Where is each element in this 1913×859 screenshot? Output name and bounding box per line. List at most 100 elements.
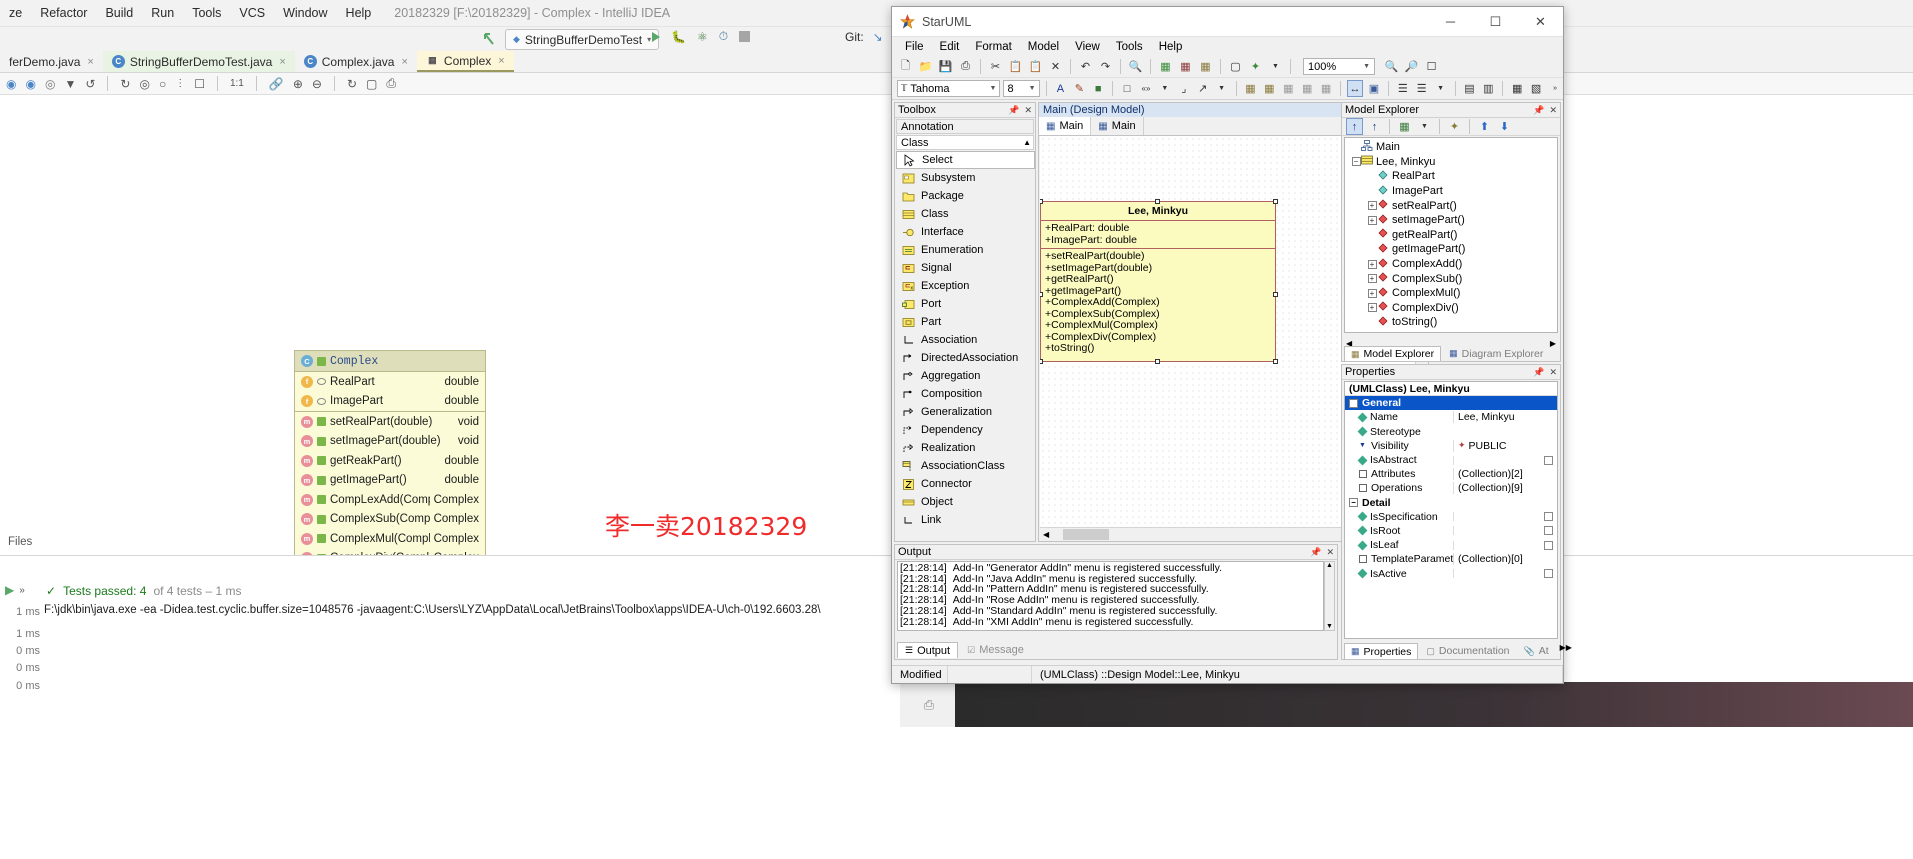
tree-node[interactable]: ImagePart [1345,184,1557,199]
view-options-icon[interactable]: ▦ [1396,118,1413,135]
properties-section-header[interactable]: − General [1345,396,1557,411]
resize-handle-se[interactable] [1273,359,1278,364]
documentation-icon[interactable]: ▢ [1227,58,1244,75]
property-row[interactable]: Stereotype [1345,425,1557,439]
toolbox-item-connector[interactable]: Connector [896,475,1035,493]
idea-uml-class-box[interactable]: C Complex f RealPart double f ImagePart [294,350,486,589]
toolbox-item-composition[interactable]: Composition [896,385,1035,403]
pin-icon[interactable]: 📌 [1533,105,1544,116]
zoom-out-icon[interactable]: 🔎 [1403,58,1420,75]
property-row[interactable]: IsRoot [1345,524,1557,538]
tree-node[interactable]: − Lee, Minkyu [1345,155,1557,170]
git-update-icon[interactable]: ↘ [873,30,883,44]
undo-icon[interactable]: ↶ [1077,58,1094,75]
run-configuration-selector[interactable]: ◆ StringBufferDemoTest ▾ [505,29,660,50]
export-icon[interactable]: ▢ [366,77,377,91]
property-value-cell[interactable]: Lee, Minkyu [1453,411,1557,424]
zoom-reset-icon[interactable]: ◎ [139,77,149,91]
select-in-explorer-icon[interactable]: ▣ [1366,80,1382,97]
idea-back-arrow-icon[interactable] [482,31,498,47]
model-explorer-tree[interactable]: Main − Lee, Minkyu RealPart ImagePart + setRea… [1344,137,1558,333]
toolbox-item-exception[interactable]: x Exception [896,277,1035,295]
pin-icon[interactable]: 📌 [1533,367,1544,378]
profile-icon[interactable]: ⏱ [719,29,728,44]
print-icon[interactable]: ⎙ [386,76,396,91]
idea-menu-item-build[interactable]: Build [96,3,142,23]
close-icon[interactable]: ✕ [1024,105,1032,116]
delete-icon[interactable]: ✕ [1047,58,1064,75]
idea-uml-method-row[interactable]: m ComplexMul(Complex) Complex [295,529,485,549]
align-left-icon[interactable]: ☰ [1395,80,1411,97]
line-style-dropdown-icon[interactable]: ▼ [1214,80,1230,97]
expand-icon[interactable]: + [1367,201,1377,211]
toolbox-item-associationclass[interactable]: AssociationClass [896,457,1035,475]
property-value-cell[interactable] [1453,455,1557,465]
tree-node[interactable]: + ComplexSub() [1345,271,1557,286]
toolbox-item-directedassociation[interactable]: DirectedAssociation [896,349,1035,367]
pin-icon[interactable]: 📌 [1008,105,1019,116]
close-icon[interactable]: × [498,55,504,67]
idea-uml-field-row[interactable]: f RealPart double [295,372,485,392]
properties-grid[interactable]: (UMLClass) Lee, Minkyu − General Name Lee, … [1344,381,1558,639]
property-value-cell[interactable]: (Collection)[9] [1453,482,1557,495]
tree-node[interactable]: toString() [1345,315,1557,330]
editor-tab-stringbufferdemotest[interactable]: C StringBufferDemoTest.java × [102,51,295,72]
scroll-left-icon[interactable]: ◀ [1043,530,1049,539]
paste-icon[interactable]: 📋 [1027,58,1044,75]
tree-node[interactable]: RealPart [1345,169,1557,184]
maximize-button[interactable]: ☐ [1473,7,1518,37]
line-style-oblique-icon[interactable]: ↗ [1195,80,1211,97]
filter-icon[interactable]: ▼ [64,77,76,91]
toolbox-item-association[interactable]: Association [896,331,1035,349]
show-properties-icon[interactable]: ◎ [45,77,55,91]
toolbox-item-link[interactable]: Link [896,511,1035,529]
open-folder-icon[interactable]: 📁 [917,58,934,75]
property-row[interactable]: Operations (Collection)[9] [1345,481,1557,495]
checkbox[interactable] [1544,512,1553,522]
align-center-icon[interactable]: ☰ [1414,80,1430,97]
delete-diagram-icon[interactable]: ▦ [1177,58,1194,75]
menu-item-format[interactable]: Format [967,39,1019,55]
tab-properties[interactable]: ▦ Properties [1344,643,1419,659]
find-icon[interactable]: 🔍 [1127,58,1144,75]
print-icon[interactable]: ⎙ [924,697,934,713]
output-log-list[interactable]: [21:28:14] Add-In "Generator AddIn" menu… [897,561,1324,631]
checkbox[interactable] [1544,526,1553,536]
close-icon[interactable]: × [279,56,285,68]
property-value-cell[interactable] [1453,569,1557,579]
sort-numeric-icon[interactable]: ↑ [1346,118,1363,135]
toolbox-item-signal[interactable]: Signal [896,259,1035,277]
tab-attachments[interactable]: 📎 At [1517,643,1555,659]
tree-node[interactable]: getImagePart() [1345,242,1557,257]
close-icon[interactable]: ✕ [1549,105,1557,116]
toolbox-item-aggregation[interactable]: Aggregation [896,367,1035,385]
resize-handle-n[interactable] [1155,199,1160,204]
fill-color-icon[interactable]: ■ [1090,80,1106,97]
output-vertical-scrollbar[interactable]: ▲ ▼ [1324,561,1335,631]
resize-handle-s[interactable] [1155,359,1160,364]
uml-class-element[interactable]: Lee, Minkyu +RealPart: double +ImagePart… [1040,199,1278,364]
fit-window-icon[interactable]: ☐ [1423,58,1440,75]
font-size-combo[interactable]: 8 ▼ [1003,80,1040,97]
show-fields-icon[interactable]: ◉ [6,77,16,91]
align-dropdown-icon[interactable]: ▼ [1433,80,1449,97]
resize-handle-w[interactable] [1040,292,1043,297]
toolbox-item-enumeration[interactable]: Enumeration [896,241,1035,259]
scrollbar-thumb[interactable] [1063,528,1110,540]
idea-menu-item-tools[interactable]: Tools [183,3,230,23]
stereotype-none-icon[interactable]: □ [1119,80,1135,97]
toolbox-item-class[interactable]: Class [896,205,1035,223]
toolbox-item-generalization[interactable]: Generalization [896,403,1035,421]
new-file-icon[interactable]: 🗋 [897,58,914,75]
print-icon[interactable]: ⎙ [957,58,974,75]
chevron-up-icon[interactable]: ▲ [1023,138,1031,147]
expand-icon[interactable]: ⊕ [293,77,303,91]
refresh-icon[interactable]: ↻ [347,77,357,91]
menu-item-view[interactable]: View [1067,39,1108,55]
close-button[interactable]: ✕ [1518,7,1563,37]
tree-expander[interactable]: + [1367,215,1377,225]
toolbox-item-dependency[interactable]: Dependency [896,421,1035,439]
send-to-back-icon[interactable]: ▥ [1480,80,1496,97]
expand-all-icon[interactable]: » [19,585,25,596]
layout-icon[interactable]: ↻ [120,77,130,91]
